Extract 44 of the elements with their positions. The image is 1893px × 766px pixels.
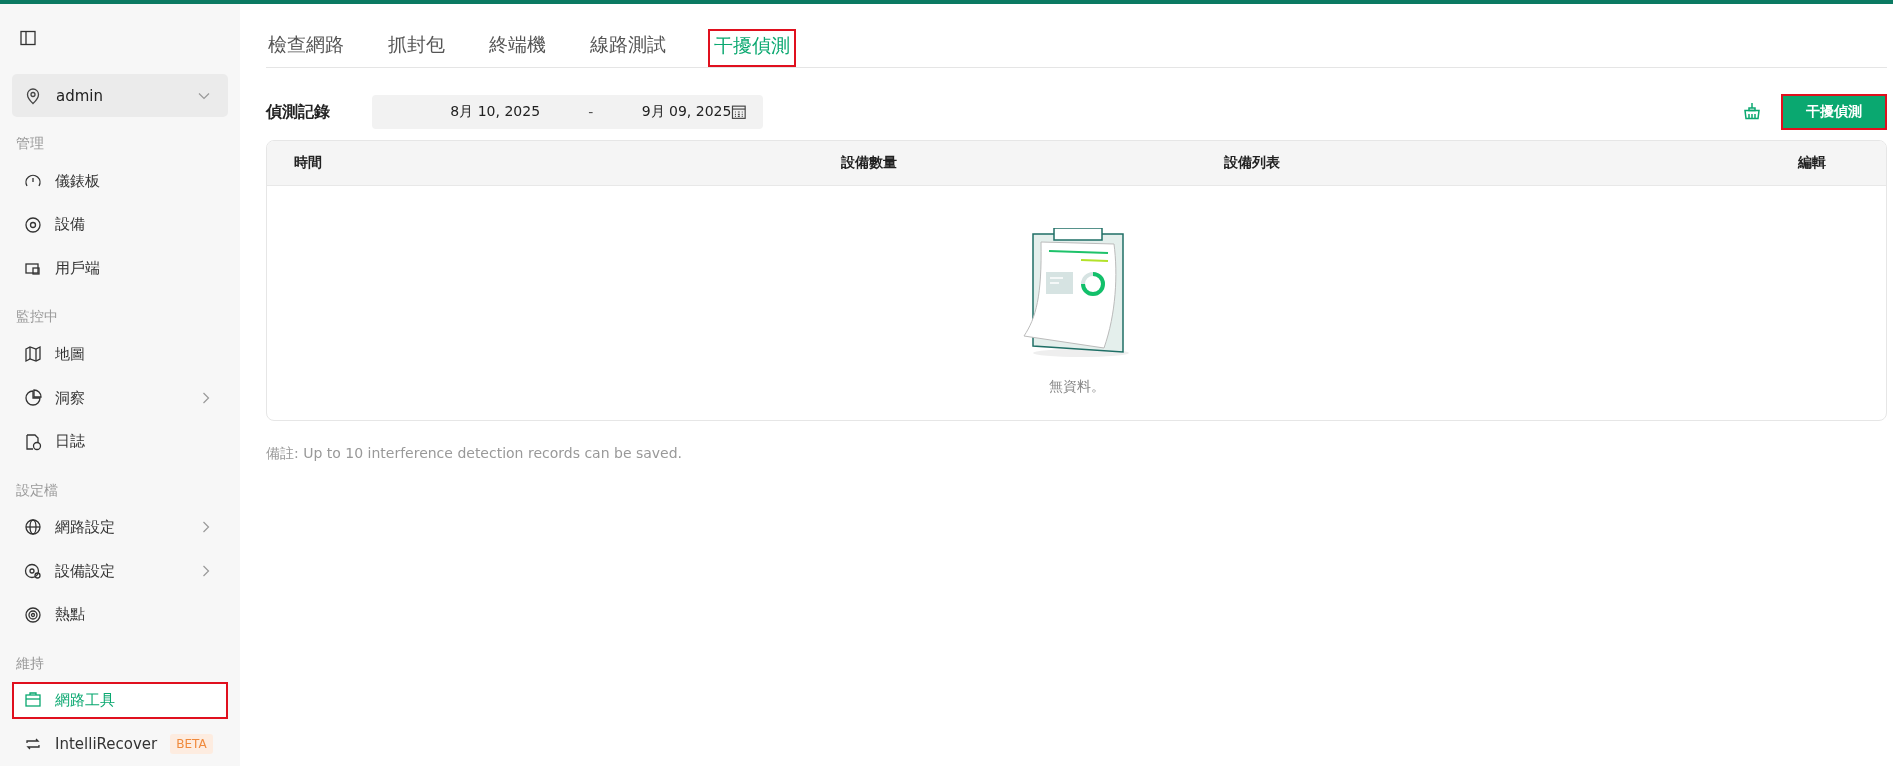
nav-icon [24,518,42,537]
section-heading: 設定檔 [16,481,59,500]
nav-icon [24,605,42,624]
date-range-field[interactable]: 8月 10, 2025 - 9月 09, 2025 [372,95,763,129]
nav-icon [24,345,42,364]
broom-icon[interactable] [1743,102,1763,122]
chevron-down-icon [198,91,210,100]
column-header: 設備數量 [839,154,898,172]
section-heading: 監控中 [16,308,59,327]
nav-item[interactable]: 日誌 [12,422,228,461]
location-pin-icon [24,86,42,105]
sidebar-toggle-icon[interactable] [20,30,36,48]
column-header: 設備列表 [1222,154,1281,172]
nav-item[interactable]: 熱點 [12,595,228,634]
beta-badge: BETA [170,734,213,755]
empty-message: 無資料。 [1048,378,1105,396]
nav-item[interactable]: 設備設定 [12,552,228,590]
nav-item[interactable]: 洞察 [12,379,228,417]
tab[interactable]: 線路測試 [588,29,674,67]
tab[interactable]: 檢查網路 [266,29,352,67]
section-heading: 管理 [16,135,45,154]
nav-item[interactable]: 地圖 [12,335,228,374]
tab[interactable]: 終端機 [487,29,554,67]
records-label: 偵測記錄 [266,101,331,123]
site-selector[interactable]: admin [12,73,228,118]
column-header: 時間 [294,154,323,172]
nav-item[interactable]: 網路設定 [12,508,228,547]
nav-icon [24,562,42,581]
nav-item[interactable]: 儀錶板 [12,162,228,201]
nav-icon [24,215,42,234]
nav-item[interactable]: IntelliRecover BETA [12,725,228,763]
section-heading: 維持 [16,654,45,673]
tab[interactable]: 抓封包 [386,29,453,67]
nav-icon [24,691,42,710]
nav-icon [24,389,42,407]
nav-item[interactable]: 用戶端 [12,249,228,288]
nav-icon [24,432,42,451]
note-text: 備註: Up to 10 interference detection records can be saved. [266,445,684,463]
start-date: 8月 10, 2025 [449,103,541,121]
column-header: 編輯 [1796,154,1826,172]
date-separator: - [587,104,595,120]
end-date: 9月 09, 2025 [641,103,732,121]
calendar-icon [731,104,747,120]
nav-item[interactable]: 設備 [12,206,228,244]
